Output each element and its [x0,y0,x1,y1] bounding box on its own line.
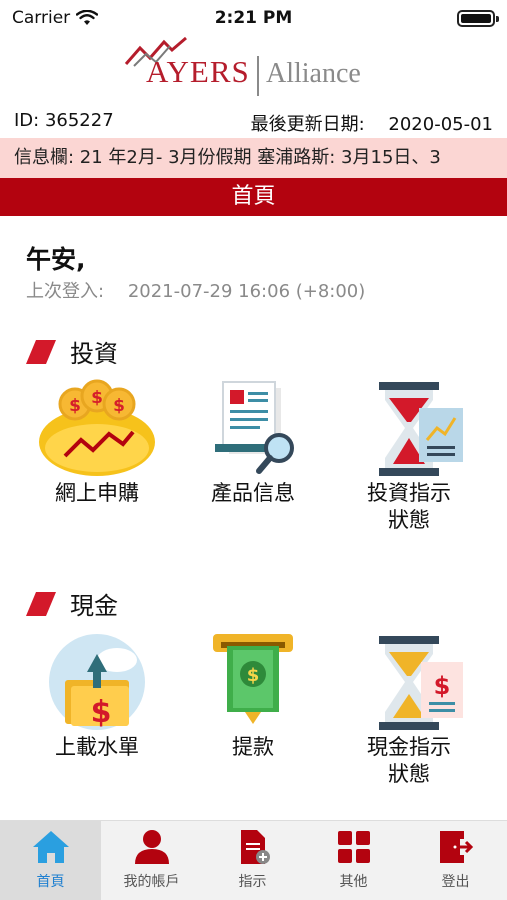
tab-instruction-label: 指示 [238,874,267,890]
page-title: 首頁 [0,178,507,216]
tab-logout-label: 登出 [441,874,470,890]
greeting-text: 午安, [26,245,86,274]
news-marquee-text: 信息欄: 21 年2月- 3月份假期 塞浦路斯: 3月15日、3 [14,147,441,168]
document-search-icon [215,381,294,474]
tile-upload-slip-label: 上載水單 [55,735,139,759]
svg-text:$: $ [434,672,451,700]
tab-other[interactable]: 其他 [303,821,404,900]
clock: 2:21 PM [214,8,293,28]
logo-divider [257,56,259,96]
section-cash-title: 現金 [70,592,118,620]
tile-investment-instruction-status-label: 投資指示 狀態 [367,481,451,532]
battery-icon [457,10,499,27]
grid-icon [337,831,370,863]
tile-upload-slip[interactable]: $ 上載水單 [22,632,172,761]
last-login-value: 2021-07-29 16:06 (+8:00) [127,281,366,302]
user-icon [134,830,169,864]
hourglass-money-icon: $ [379,636,463,730]
tile-withdrawal[interactable]: $ 提款 [178,632,328,761]
svg-text:$: $ [91,388,103,408]
svg-text:$: $ [113,396,125,416]
tile-online-subscription-label: 網上申購 [55,481,139,505]
tile-investment-instruction-status[interactable]: 投資指示 狀態 [334,378,484,534]
section-marker-icon [26,591,56,616]
tab-my-account[interactable]: 我的帳戶 [101,821,202,900]
atm-cash-icon: $ [213,634,293,724]
user-id: ID: 365227 [14,110,114,131]
tile-cash-instruction-status-label: 現金指示 狀態 [367,735,451,786]
hourglass-chart-icon [379,382,463,476]
tab-other-label: 其他 [339,874,368,890]
bottom-tab-bar: 首頁 我的帳戶 指示 其他 登出 [0,820,507,900]
tab-home[interactable]: 首頁 [0,821,101,900]
home-icon [32,831,69,863]
section-investment-title: 投資 [70,340,118,368]
last-login-label: 上次登入: [26,281,105,302]
tile-product-info[interactable]: 產品信息 [178,378,328,507]
tile-cash-instruction-status[interactable]: $ 現金指示 狀態 [334,632,484,788]
last-update-date: 2020-05-01 [388,114,493,135]
money-bag-icon: $ $ $ [39,379,155,476]
svg-text:$: $ [91,695,112,730]
svg-text:$: $ [247,665,260,686]
tab-home-label: 首頁 [36,874,65,890]
section-cash-header: 現金 [26,586,118,621]
tile-product-info-label: 產品信息 [211,481,295,505]
section-investment-header: 投資 [26,334,118,369]
tab-logout[interactable]: 登出 [404,821,507,900]
brand-logo: AYERS Alliance [120,34,390,100]
logo-ayers-text: AYERS [146,54,250,89]
status-bar: Carrier 2:21 PM [0,0,507,36]
tile-online-subscription[interactable]: $ $ $ 網上申購 [22,378,172,507]
last-update: 最後更新日期: 2020-05-01 [251,110,493,136]
section-marker-icon [26,339,56,364]
last-update-label: 最後更新日期: [250,114,365,135]
news-marquee[interactable]: 信息欄: 21 年2月- 3月份假期 塞浦路斯: 3月15日、3 [0,138,507,178]
tab-my-account-label: 我的帳戶 [123,874,180,890]
document-add-icon [240,830,270,864]
svg-text:$: $ [69,396,81,416]
logo-alliance-text: Alliance [266,58,361,89]
last-login: 上次登入: 2021-07-29 16:06 (+8:00) [26,277,365,303]
logout-icon [439,831,473,863]
tile-withdrawal-label: 提款 [232,735,274,759]
tab-instruction[interactable]: 指示 [202,821,303,900]
upload-folder-icon: $ [49,634,145,730]
